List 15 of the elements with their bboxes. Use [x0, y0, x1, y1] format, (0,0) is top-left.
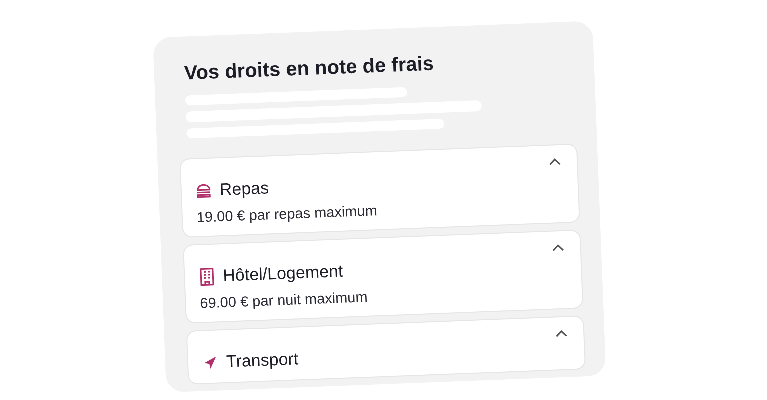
item-detail: 19.00 € par repas maximum: [196, 204, 378, 226]
building-icon: [198, 268, 216, 286]
item-detail: 69.00 € par nuit maximum: [200, 290, 368, 312]
arrow-icon: [202, 354, 219, 372]
item-label: Transport: [226, 350, 299, 372]
chevron-up-icon[interactable]: [548, 157, 562, 166]
item-label: Repas: [220, 178, 270, 201]
accordion-item[interactable]: Transport: [186, 316, 586, 385]
chevron-up-icon[interactable]: [556, 329, 568, 338]
accordion-item[interactable]: Repas 19.00 € par repas maximum: [180, 144, 580, 238]
burger-icon: [196, 182, 212, 200]
card-title: Vos droits en note de frais: [184, 52, 436, 86]
accordion-item[interactable]: Hôtel/Logement 69.00 € par nuit maximum: [182, 230, 584, 324]
item-label: Hôtel/Logement: [222, 262, 344, 286]
chevron-up-icon[interactable]: [552, 243, 564, 252]
